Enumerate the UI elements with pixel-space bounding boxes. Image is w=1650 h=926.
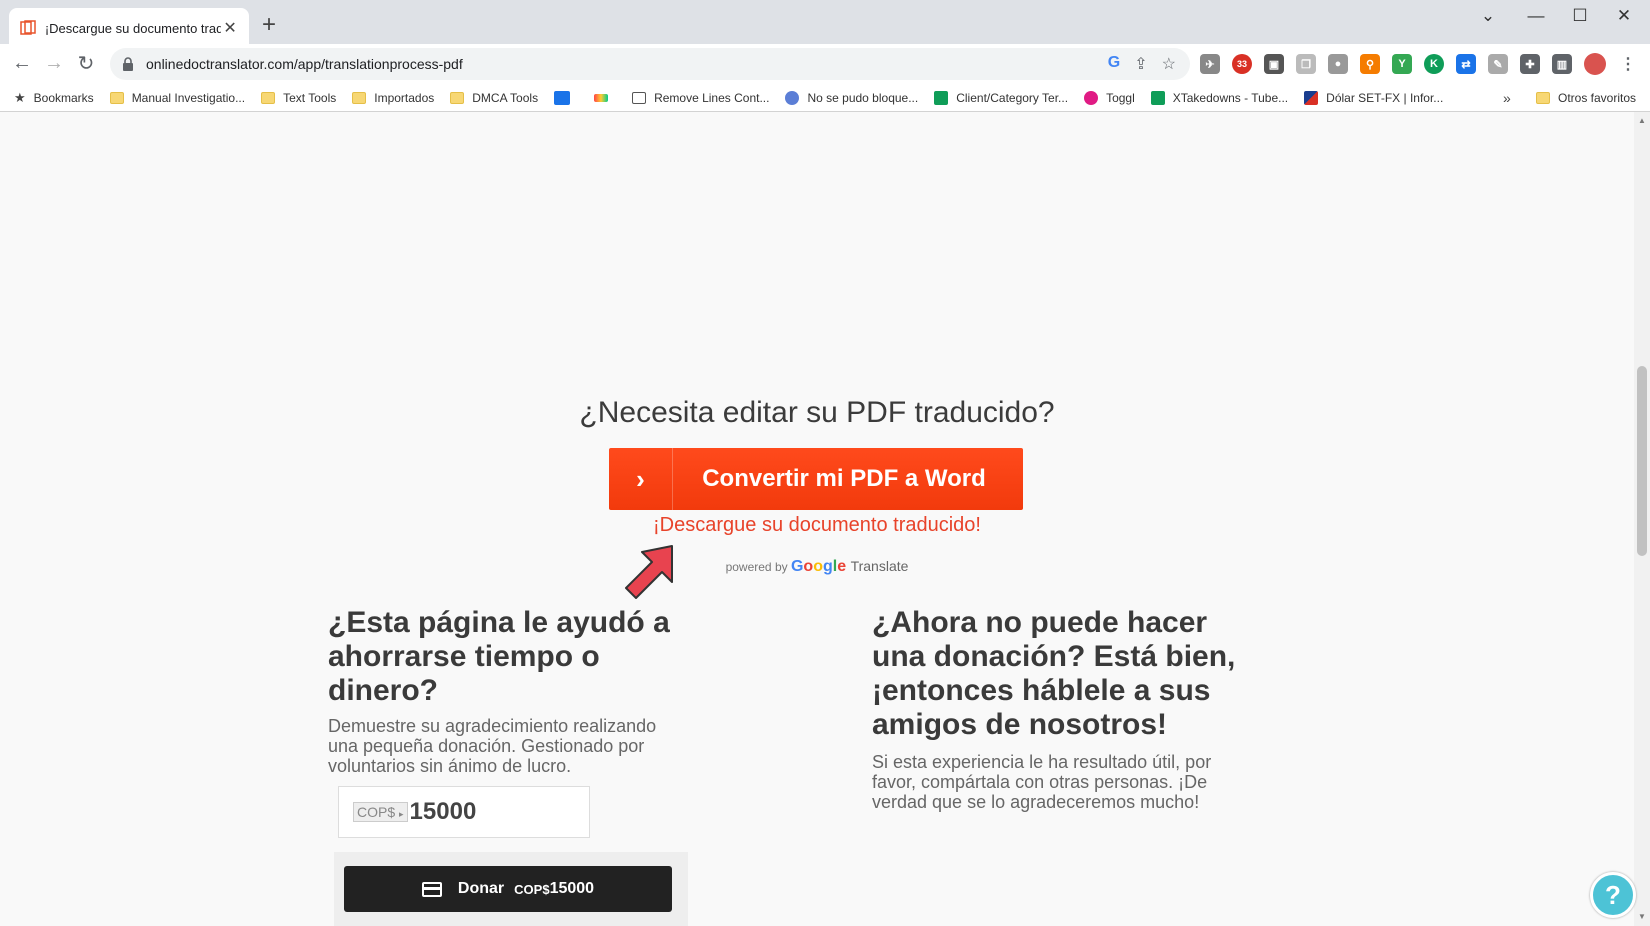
tab-title: ¡Descargue su documento traducido	[44, 20, 222, 36]
google-icon[interactable]: G	[1108, 54, 1120, 74]
download-document-link[interactable]: ¡Descargue su documento traducido!	[0, 514, 1634, 537]
minimize-icon[interactable]: —	[1516, 6, 1556, 26]
sheets-icon	[1150, 90, 1165, 105]
star-icon: ★	[14, 89, 26, 105]
scroll-up-icon[interactable]: ▲	[1638, 116, 1646, 125]
calendar-icon	[554, 90, 571, 105]
donation-heading: ¿Esta página le ayudó a ahorrarse tiempo…	[328, 606, 670, 707]
lock-icon	[122, 57, 136, 71]
extensions-puzzle-icon[interactable]: ✚	[1520, 54, 1540, 74]
bookmark-item[interactable]: No se pudo bloque...	[785, 90, 918, 105]
caret-right-icon: ▸	[399, 809, 404, 819]
chevron-right-icon: ›	[609, 448, 673, 510]
chart-icon	[1304, 90, 1319, 105]
watermark-logo-icon: ?	[1590, 872, 1636, 918]
browser-toolbar: ← → ↻ onlinedoctranslator.com/app/transl…	[0, 44, 1650, 84]
donation-text: Demuestre su agradecimiento realizando u…	[328, 716, 657, 776]
new-tab-icon[interactable]: +	[262, 13, 276, 37]
extension-badge-icon[interactable]: 33	[1232, 54, 1252, 74]
bookmark-item[interactable]: ★ Bookmarks	[14, 90, 94, 106]
extension-y-icon[interactable]: Y	[1392, 54, 1412, 74]
bookmark-item[interactable]: XTakedowns - Tube...	[1150, 90, 1288, 105]
currency-selector[interactable]: COP$ ▸	[353, 802, 408, 822]
globe-icon	[785, 90, 800, 105]
edit-pdf-heading: ¿Necesita editar su PDF traducido?	[579, 396, 1055, 429]
folder-icon	[352, 91, 367, 104]
page-content: ¿Necesita editar su PDF traducido? › Con…	[0, 112, 1634, 926]
annotation-arrow-icon	[625, 545, 673, 599]
donation-section: ¿Esta página le ayudó a ahorrarse tiempo…	[328, 606, 688, 776]
credit-card-icon	[421, 881, 442, 897]
bookmark-item[interactable]: Client/Category Ter...	[934, 90, 1068, 105]
convert-button-label: Convertir mi PDF a Word	[702, 465, 986, 492]
bookmark-item[interactable]: Remove Lines Cont...	[632, 91, 769, 105]
monday-icon	[594, 93, 609, 102]
extension-hat-icon[interactable]: ✈	[1200, 54, 1220, 74]
side-panel-icon[interactable]: ▥	[1552, 54, 1572, 74]
toggl-icon	[1084, 90, 1099, 105]
share-heading: ¿Ahora no puede hacer una donación? Está…	[872, 606, 1236, 741]
powered-by-google-translate: powered by Google Translate	[725, 558, 909, 575]
share-section: ¿Ahora no puede hacer una donación? Está…	[872, 606, 1252, 812]
url-text: onlinedoctranslator.com/app/translationp…	[146, 56, 463, 72]
share-icon[interactable]: ⇪	[1134, 54, 1147, 74]
donate-panel: Donar COP$ 15000	[334, 852, 688, 926]
bookmarks-bar: ★ Bookmarks Manual Investigatio... Text …	[0, 84, 1650, 112]
extension-copy-icon[interactable]: ❐	[1296, 54, 1316, 74]
text-tool-icon	[632, 91, 647, 104]
extension-search-icon[interactable]: ⚲	[1360, 54, 1380, 74]
back-icon[interactable]: ←	[8, 49, 36, 77]
bookmark-item[interactable]: Text Tools	[261, 91, 336, 105]
bookmark-item[interactable]: Dólar SET-FX | Infor...	[1304, 90, 1443, 105]
pdf-favicon-icon	[19, 19, 37, 37]
folder-icon	[1536, 92, 1550, 104]
bookmark-item[interactable]: DMCA Tools	[450, 91, 538, 105]
scroll-thumb[interactable]	[1637, 366, 1647, 556]
bookmark-monday[interactable]	[594, 93, 616, 102]
bookmark-star-icon[interactable]: ☆	[1162, 54, 1176, 74]
bookmark-item[interactable]: Importados	[352, 91, 434, 105]
more-bookmarks-icon[interactable]: »	[1503, 90, 1511, 106]
donate-button[interactable]: Donar COP$ 15000	[344, 866, 672, 912]
extension-pen-icon[interactable]: ✎	[1488, 54, 1508, 74]
google-logo: Google	[790, 558, 847, 575]
sheets-icon	[934, 90, 949, 105]
folder-icon	[261, 91, 276, 104]
forward-icon[interactable]: →	[40, 49, 68, 77]
close-tab-icon[interactable]: ✕	[221, 18, 239, 38]
convert-to-word-button[interactable]: › Convertir mi PDF a Word	[609, 448, 1023, 510]
extension-stack-icon[interactable]: ▣	[1264, 54, 1284, 74]
active-tab[interactable]: ¡Descargue su documento traducido ✕	[9, 8, 249, 48]
donation-amount[interactable]: 15000	[410, 798, 477, 826]
page-scrollbar[interactable]: ▲ ▼	[1634, 112, 1650, 926]
scroll-down-icon[interactable]: ▼	[1638, 912, 1646, 921]
tab-bar: ¡Descargue su documento traducido ✕ + ⌄ …	[0, 0, 1650, 48]
maximize-icon[interactable]: ☐	[1560, 6, 1600, 26]
bookmark-item[interactable]: Toggl	[1084, 90, 1135, 105]
bookmark-calendar[interactable]	[554, 90, 578, 105]
extension-k-icon[interactable]: K	[1424, 54, 1444, 74]
folder-icon	[109, 91, 124, 104]
reload-icon[interactable]: ↻	[72, 49, 100, 77]
other-bookmarks[interactable]: Otros favoritos	[1536, 91, 1636, 105]
close-window-icon[interactable]: ✕	[1604, 6, 1644, 26]
folder-icon	[450, 91, 465, 104]
address-bar[interactable]: onlinedoctranslator.com/app/translationp…	[110, 48, 1190, 80]
bookmark-item[interactable]: Manual Investigatio...	[109, 91, 245, 105]
extension-translate-icon[interactable]: ⇄	[1456, 54, 1476, 74]
donation-amount-field[interactable]: COP$ ▸ 15000	[338, 786, 590, 838]
extension-bulb-icon[interactable]: ●	[1328, 54, 1348, 74]
menu-dots-icon[interactable]: ⋮	[1618, 54, 1638, 74]
share-text: Si esta experiencia le ha resultado útil…	[872, 752, 1212, 812]
tab-search-icon[interactable]: ⌄	[1468, 6, 1508, 26]
profile-avatar[interactable]	[1584, 53, 1606, 75]
